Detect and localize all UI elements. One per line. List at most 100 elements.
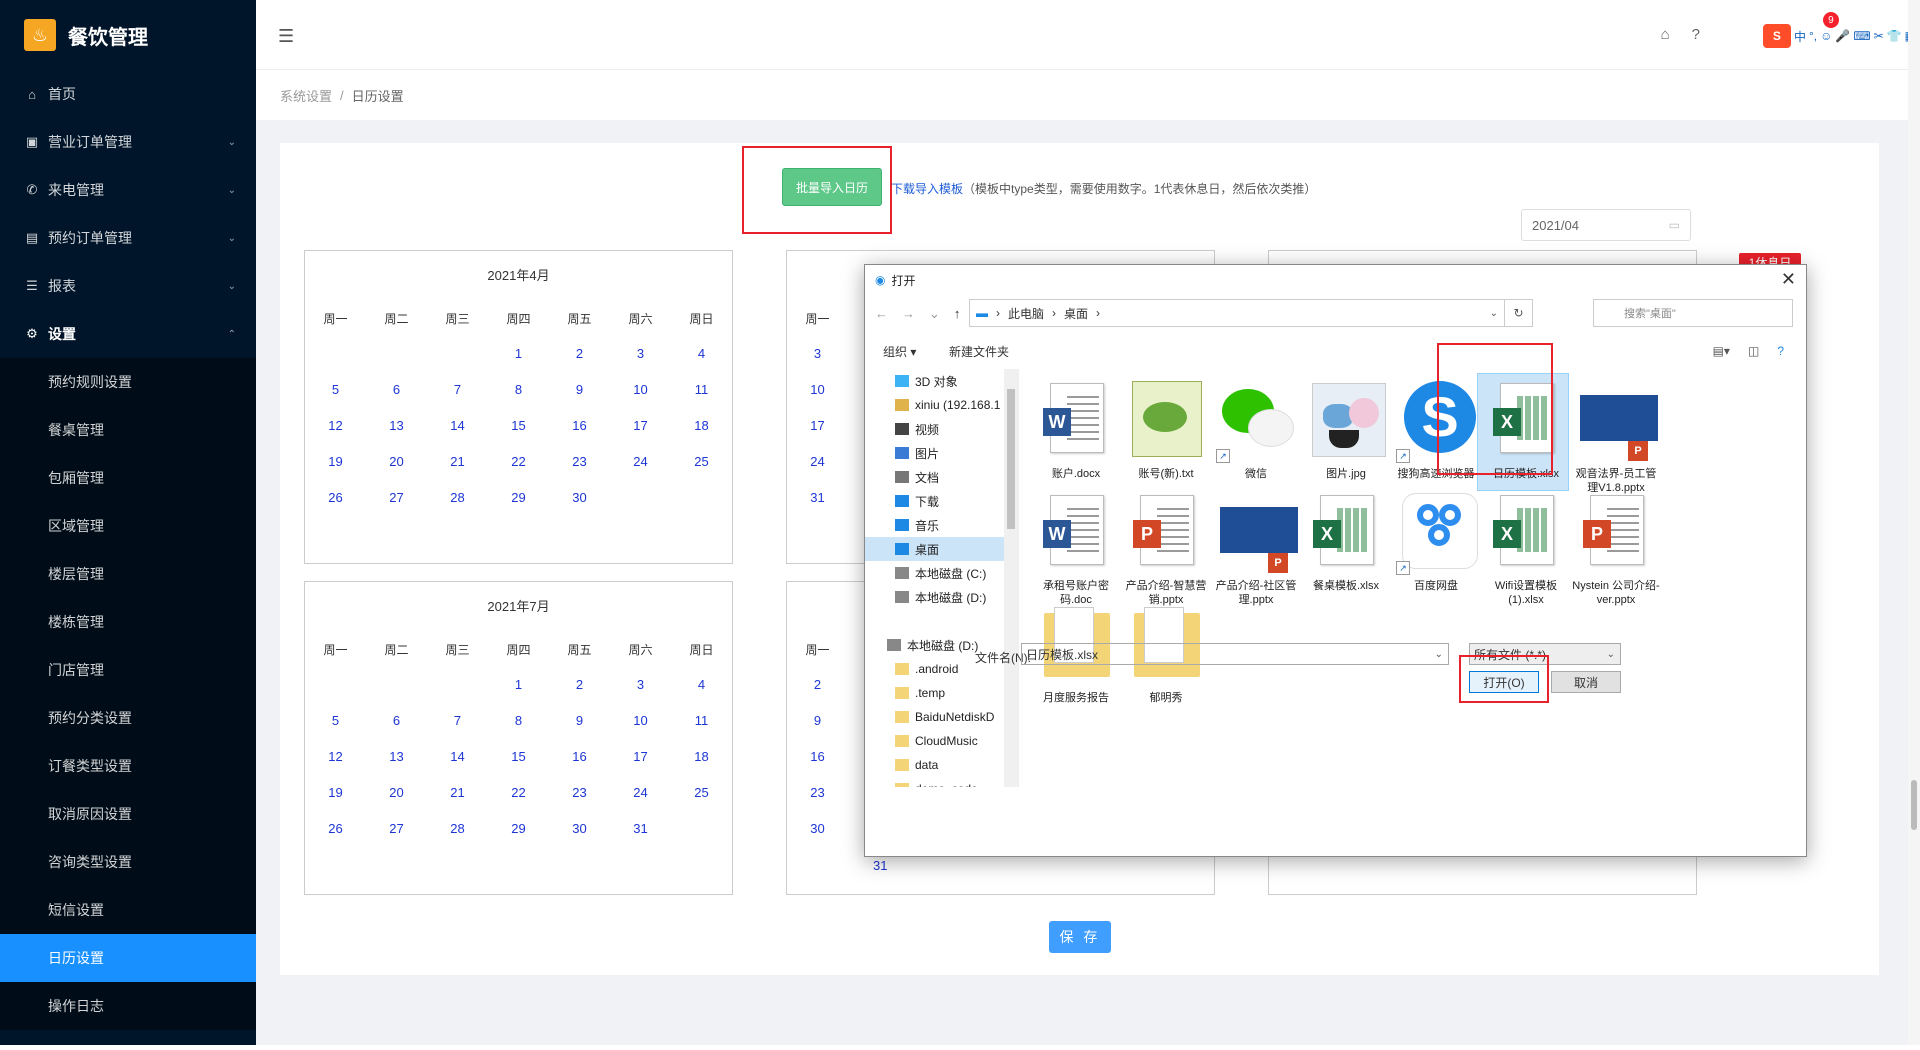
calendar-day[interactable]: 28 — [427, 479, 488, 515]
tree-item[interactable]: demo_code — [865, 777, 1018, 787]
tree-item[interactable]: 本地磁盘 (D:) — [865, 585, 1018, 609]
refresh-icon[interactable]: ↻ — [1505, 299, 1533, 327]
tree-item[interactable]: .temp — [865, 681, 1018, 705]
calendar-day[interactable]: 9 — [549, 702, 610, 738]
menu-fold-icon[interactable]: ☰ — [278, 26, 294, 47]
month-picker[interactable]: 2021/04 ▭ — [1521, 209, 1691, 241]
chevron-down-icon[interactable]: ⌄ — [1490, 308, 1498, 319]
file-item[interactable]: P Nystein 公司介绍-ver.pptx — [1571, 489, 1661, 607]
submenu-item[interactable]: 预约分类设置 — [0, 694, 256, 742]
tree-item[interactable] — [865, 609, 1018, 633]
submenu-item[interactable]: 订餐类型设置 — [0, 742, 256, 790]
calendar-day[interactable]: 14 — [427, 407, 488, 443]
calendar-day[interactable]: 9 — [549, 371, 610, 407]
calendar-day[interactable]: 19 — [305, 774, 366, 810]
close-icon[interactable]: ✕ — [1781, 269, 1796, 290]
calendar-day[interactable]: 2 — [549, 666, 610, 702]
calendar-day[interactable]: 24 — [610, 774, 671, 810]
calendar-day[interactable]: 12 — [305, 738, 366, 774]
calendar-day[interactable]: 26 — [305, 479, 366, 515]
calendar-day[interactable]: 16 — [549, 738, 610, 774]
calendar-day[interactable]: 23 — [549, 774, 610, 810]
file-item[interactable]: P 观音法界-员工管理V1.8.pptx — [1571, 377, 1661, 495]
calendar-day[interactable]: 27 — [366, 479, 427, 515]
file-item[interactable]: P 产品介绍-智慧营销.pptx — [1121, 489, 1211, 607]
calendar-day[interactable] — [427, 666, 488, 702]
calendar-day[interactable]: 30 — [549, 479, 610, 515]
help-icon[interactable]: ? — [1777, 344, 1784, 358]
calendar-day[interactable]: 29 — [488, 810, 549, 846]
page-scrollbar[interactable] — [1908, 0, 1920, 1045]
submenu-item[interactable]: 楼栋管理 — [0, 598, 256, 646]
cancel-button[interactable]: 取消 — [1551, 671, 1621, 693]
calendar-day[interactable]: 18 — [671, 407, 732, 443]
ime-toolbar[interactable]: S 9 中 °, ☺ 🎤 ⌨ ✂ 👕 ▦ — [1762, 12, 1920, 48]
sidebar-item-settings[interactable]: ⚙ 设置 ⌃ — [0, 310, 256, 358]
calendar-day[interactable]: 22 — [488, 774, 549, 810]
back-icon[interactable]: ← — [875, 306, 888, 322]
calendar-day[interactable]: 1 — [488, 666, 549, 702]
sidebar-item-business-orders[interactable]: ▣ 营业订单管理 ⌄ — [0, 118, 256, 166]
calendar-day[interactable] — [427, 335, 488, 371]
calendar-day[interactable]: 9 — [787, 702, 848, 738]
calendar-day[interactable]: 17 — [610, 738, 671, 774]
tree-scrollbar[interactable] — [1004, 369, 1018, 787]
calendar-day[interactable]: 30 — [787, 810, 848, 846]
submenu-item[interactable]: 操作日志 — [0, 982, 256, 1030]
calendar-day[interactable]: 5 — [305, 371, 366, 407]
calendar-day[interactable]: 13 — [366, 738, 427, 774]
calendar-day[interactable]: 24 — [610, 443, 671, 479]
file-item[interactable]: X Wifi设置模板(1).xlsx — [1481, 489, 1571, 607]
home-icon[interactable]: ⌂ — [1661, 26, 1670, 43]
file-item[interactable]: W 账户.docx — [1031, 377, 1121, 481]
calendar-day[interactable]: 10 — [610, 702, 671, 738]
path-segment[interactable]: 此电脑 — [1008, 305, 1044, 322]
forward-icon[interactable]: → — [902, 306, 915, 322]
calendar-day[interactable]: 27 — [366, 810, 427, 846]
calendar-day[interactable] — [671, 810, 732, 846]
calendar-day[interactable]: 15 — [488, 407, 549, 443]
calendar-day[interactable]: 20 — [366, 774, 427, 810]
tree-item[interactable]: 桌面 — [865, 537, 1018, 561]
submenu-item[interactable]: 楼层管理 — [0, 550, 256, 598]
calendar-day[interactable]: 16 — [787, 738, 848, 774]
calendar-day[interactable]: 10 — [610, 371, 671, 407]
organize-menu[interactable]: 组织 ▾ — [883, 343, 916, 360]
calendar-day[interactable]: 3 — [610, 335, 671, 371]
tree-item[interactable]: 音乐 — [865, 513, 1018, 537]
submenu-item[interactable]: 日历设置 — [0, 934, 256, 982]
calendar-day[interactable]: 17 — [787, 407, 848, 443]
up-icon[interactable]: ↑ — [954, 306, 961, 322]
file-item[interactable]: ↗ 百度网盘 — [1391, 489, 1481, 593]
address-bar[interactable]: ▬ › 此电脑 › 桌面 › ⌄ — [969, 299, 1505, 327]
calendar-day[interactable]: 5 — [305, 702, 366, 738]
path-segment[interactable]: 桌面 — [1064, 305, 1088, 322]
sidebar-item-bookings[interactable]: ▤ 预约订单管理 ⌄ — [0, 214, 256, 262]
tools-icon[interactable]: ✂ — [1874, 29, 1884, 43]
keyboard-icon[interactable]: ⌨ — [1853, 29, 1870, 43]
save-button[interactable]: 保 存 — [1049, 921, 1111, 953]
calendar-day[interactable]: 6 — [366, 702, 427, 738]
calendar-day[interactable]: 11 — [671, 371, 732, 407]
calendar-day[interactable]: 7 — [427, 702, 488, 738]
sidebar-item-reports[interactable]: ☰ 报表 ⌄ — [0, 262, 256, 310]
logo[interactable]: ♨ 餐饮管理 — [0, 0, 256, 70]
calendar-day[interactable]: 23 — [549, 443, 610, 479]
tree-item[interactable]: 3D 对象 — [865, 369, 1018, 393]
new-folder-button[interactable]: 新建文件夹 — [949, 343, 1009, 360]
calendar-day[interactable]: 14 — [427, 738, 488, 774]
submenu-item[interactable]: 取消原因设置 — [0, 790, 256, 838]
submenu-item[interactable]: 包厢管理 — [0, 454, 256, 502]
submenu-item[interactable]: 餐桌管理 — [0, 406, 256, 454]
calendar-day[interactable]: 25 — [671, 443, 732, 479]
calendar-day[interactable]: 28 — [427, 810, 488, 846]
calendar-day[interactable]: 22 — [488, 443, 549, 479]
ime-punct[interactable]: °, — [1809, 29, 1817, 43]
chevron-down-icon[interactable]: ⌄ — [1607, 649, 1615, 660]
calendar-day[interactable]: 8 — [488, 371, 549, 407]
recent-icon[interactable]: ⌄ — [929, 306, 940, 322]
calendar-day[interactable]: 31 — [787, 479, 848, 515]
skin-icon[interactable]: 👕 — [1887, 29, 1902, 43]
calendar-day[interactable]: 8 — [488, 702, 549, 738]
calendar-day[interactable] — [366, 666, 427, 702]
